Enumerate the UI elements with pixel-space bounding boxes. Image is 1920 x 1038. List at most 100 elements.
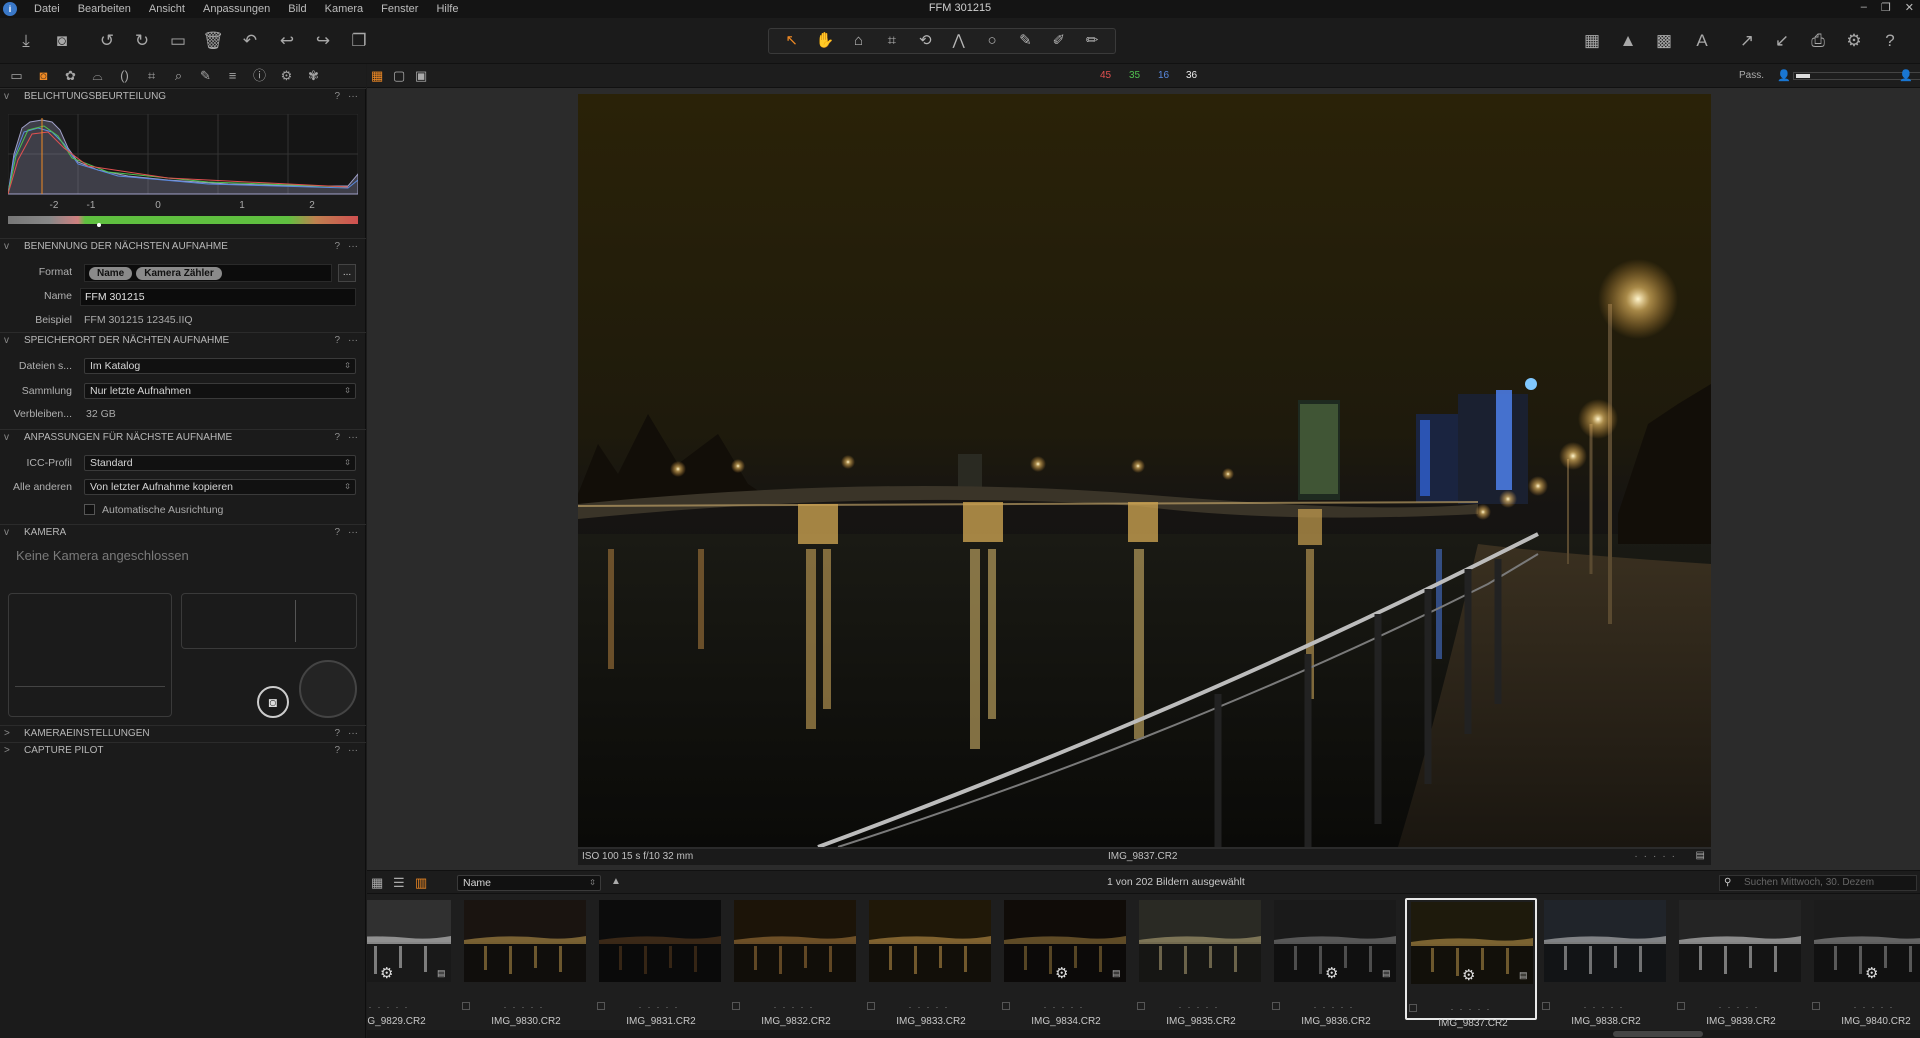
files-dropdown[interactable]: Im Katalog ⇳ [84,358,356,374]
help-icon[interactable]: ? [334,335,340,346]
exposure-section-header[interactable]: v BELICHTUNGSBEURTEILUNG ? ··· [0,88,366,104]
menu-hilfe[interactable]: Hilfe [427,3,467,15]
grid-icon[interactable]: ▩ [1652,29,1676,53]
settings-icon[interactable]: ⚙ [1842,29,1866,53]
rating-stars[interactable]: ····· [595,1002,727,1014]
slider-thumb[interactable] [1796,74,1810,78]
thumbnail-cell[interactable]: ····· IMG_9839.CR2 [1675,898,1807,1027]
menu-bild[interactable]: Bild [279,3,315,15]
menu-kamera[interactable]: Kamera [316,3,373,15]
sort-direction-icon[interactable]: ▲ [611,876,621,887]
location-section-header[interactable]: v SPEICHERORT DER NÄCHTEN AUFNAHME ? ··· [0,332,366,348]
reset-icon[interactable]: ↶ [238,29,262,53]
exposure-warning-icon[interactable]: ▲ [1616,29,1640,53]
rotate-right-icon[interactable]: ↻ [130,29,154,53]
rating-stars[interactable]: ····· [1270,1002,1402,1014]
scrollbar-thumb[interactable] [1613,1031,1703,1037]
thumbnail-view-icon[interactable]: ▦ [371,875,383,891]
others-dropdown[interactable]: Von letzter Aufnahme kopieren ⇳ [84,479,356,495]
name-input[interactable]: FFM 301215 [80,288,356,306]
thumbnail-cell[interactable]: ····· IMG_9831.CR2 [595,898,727,1027]
rating-stars[interactable]: ····· [1135,1002,1267,1014]
variant-icon[interactable]: ▤ [1696,850,1705,861]
trash-icon[interactable]: 🗑 [201,29,225,53]
rating-stars[interactable]: ····· [1540,1002,1672,1014]
thumbnail-cell[interactable]: ····· IMG_9833.CR2 [865,898,997,1027]
capture-button[interactable] [299,660,357,718]
rating-stars[interactable]: ····· [865,1002,997,1014]
thumbnail-cell[interactable]: ⚙ ▤ ····· IMG_9836.CR2 [1270,898,1402,1027]
menu-anpassungen[interactable]: Anpassungen [194,3,279,15]
local-adjust-tab-icon[interactable]: ✎ [193,65,218,87]
rating-stars[interactable]: ····· [460,1002,592,1014]
help-icon[interactable]: ? [1878,29,1902,53]
help-icon[interactable]: ? [334,728,340,739]
thumbnail-image[interactable] [734,900,856,982]
camera-section-header[interactable]: v KAMERA ? ··· [0,524,366,540]
print-icon[interactable]: ⎙ [1806,29,1830,53]
thumbnail-cell[interactable]: ····· IMG_9832.CR2 [730,898,862,1027]
metadata-tab-icon[interactable]: ≡ [220,65,245,87]
help-icon[interactable]: ? [334,91,340,102]
rating-stars[interactable]: ····· [730,1002,862,1014]
text-overlay-icon[interactable]: A [1690,29,1714,53]
rating-stars[interactable]: ····· [1810,1002,1920,1014]
more-icon[interactable]: ··· [348,335,358,346]
filmstrip-scrollbar[interactable] [367,1030,1920,1038]
loupe-tool-icon[interactable]: ⌂ [845,30,871,52]
menu-datei[interactable]: Datei [25,3,69,15]
main-photo[interactable] [578,94,1711,847]
rating-stars[interactable]: ····· [367,1002,457,1014]
thumbnail-image[interactable] [1679,900,1801,982]
crop-tool-icon[interactable]: ⌗ [879,30,905,52]
rating-stars[interactable]: ····· [1000,1002,1132,1014]
help-icon[interactable]: ? [334,432,340,443]
camera-capture-icon[interactable]: ◙ [50,29,74,53]
auto-orient-checkbox[interactable] [84,504,95,515]
grid-view-icon[interactable]: ▦ [371,68,387,84]
format-field[interactable]: Name Kamera Zähler [84,264,332,282]
custom-tab-icon[interactable]: ✾ [301,65,326,87]
help-icon[interactable]: ? [334,527,340,538]
annotate-tool-icon[interactable]: ✏ [1079,30,1105,52]
thumbnail-image[interactable] [599,900,721,982]
import-icon[interactable]: ⤓ [14,29,38,53]
brush-tool-icon[interactable]: ✎ [1012,30,1038,52]
thumbnail-cell[interactable]: ····· IMG_9830.CR2 [460,898,592,1027]
thumbnail-image[interactable] [1544,900,1666,982]
export-icon[interactable]: ↗ [1735,29,1759,53]
thumbnail-cell[interactable]: ····· IMG_9838.CR2 [1540,898,1672,1027]
thumbnail-cell[interactable]: ⚙ ▤ ····· IMG_9834.CR2 [1000,898,1132,1027]
list-view-icon[interactable]: ☰ [393,875,405,891]
menu-bearbeiten[interactable]: Bearbeiten [69,3,140,15]
thumbnail-cell[interactable]: ····· IMG_9835.CR2 [1135,898,1267,1027]
thumbnail-cell[interactable]: ⚙ ▤ ····· IMG_9829.CR2 [367,898,457,1027]
camera-settings-section-header[interactable]: > KAMERAEINSTELLUNGEN ? ··· [0,725,366,741]
rotate-tool-icon[interactable]: ⟲ [912,30,938,52]
thumbnail-image[interactable] [869,900,991,982]
select-tool-icon[interactable]: ↖ [779,30,805,52]
menu-ansicht[interactable]: Ansicht [140,3,194,15]
multi-view-icon[interactable]: ▣ [415,68,431,84]
rating-stars[interactable]: ····· [1675,1002,1807,1014]
help-icon[interactable]: ? [334,745,340,756]
adjust-section-header[interactable]: v ANPASSUNGEN FÜR NÄCHSTE AUFNAHME ? ··· [0,429,366,445]
user-icon[interactable]: 👤 [1899,69,1913,82]
details-tab-icon[interactable]: ⌕ [166,65,191,87]
thumbnail-cell[interactable]: ⚙ ▤ ····· IMG_9837.CR2 [1405,898,1539,1029]
proof-grid-icon[interactable]: ▦ [1580,29,1604,53]
more-icon[interactable]: ··· [348,728,358,739]
process-icon[interactable]: ↙ [1770,29,1794,53]
pan-tool-icon[interactable]: ✋ [812,30,838,52]
filmstrip-view-icon[interactable]: ▥ [415,875,427,891]
more-icon[interactable]: ··· [348,241,358,252]
name-token[interactable]: Name [89,267,133,280]
composition-tab-icon[interactable]: ⌗ [139,65,164,87]
spot-removal-icon[interactable]: ○ [979,30,1005,52]
rating-stars[interactable]: ····· [1407,1004,1539,1016]
thumbnail-image[interactable] [1139,900,1261,982]
output-tab-icon[interactable]: ⓘ [247,65,272,87]
capture-tab-icon[interactable]: ◙ [31,65,56,87]
picker-tool-icon[interactable]: ✐ [1046,30,1072,52]
undo-icon[interactable]: ↩ [275,29,299,53]
